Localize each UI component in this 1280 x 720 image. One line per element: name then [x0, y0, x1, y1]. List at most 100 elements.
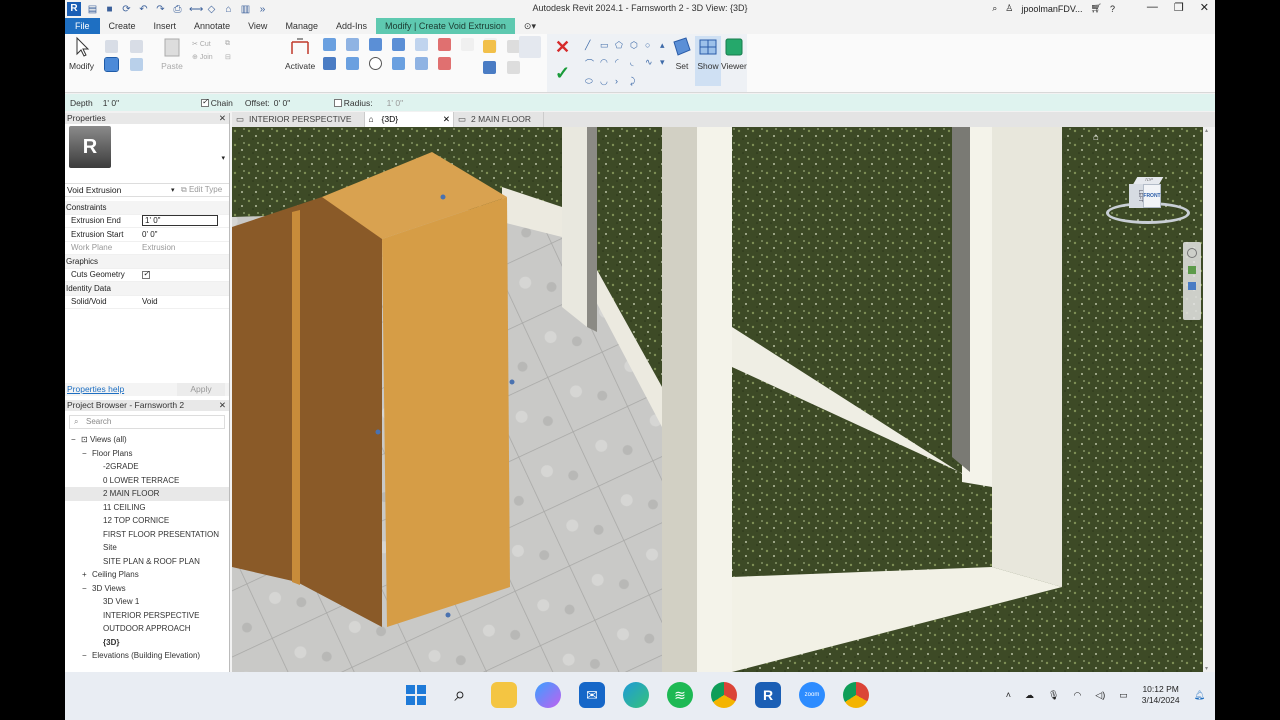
browser-tree-item[interactable]: {3D}: [65, 636, 229, 650]
search-icon[interactable]: ⌕: [992, 3, 997, 14]
fillet-icon[interactable]: ◟: [630, 57, 641, 70]
chain-checkbox[interactable]: Chain: [200, 97, 237, 108]
browser-tree-item[interactable]: INTERIOR PERSPECTIVE: [65, 609, 229, 623]
align-icon[interactable]: [323, 38, 336, 51]
print-icon[interactable]: ⎙: [172, 4, 183, 15]
dimension-dropdown-icon[interactable]: [507, 61, 520, 74]
type-selector[interactable]: R ▾: [65, 124, 229, 184]
offset-icon[interactable]: [346, 38, 359, 51]
undo-icon[interactable]: ↶: [138, 4, 149, 15]
close-icon[interactable]: ✕: [443, 112, 450, 127]
radius-checkbox[interactable]: Radius:: [333, 98, 377, 108]
type-dropdown-icon[interactable]: ▾: [221, 154, 225, 162]
user-icon[interactable]: ♙: [1005, 3, 1013, 14]
spotify-icon[interactable]: ≋: [667, 682, 693, 708]
property-extrusion-start[interactable]: Extrusion Start 0' 0": [65, 228, 229, 242]
paste-tool[interactable]: Paste: [161, 36, 183, 71]
revit-app-icon[interactable]: R: [67, 2, 81, 16]
tab-annotate[interactable]: Annotate: [185, 18, 239, 34]
rotate-icon[interactable]: [369, 57, 382, 70]
ribbon-display-toggle-icon[interactable]: ⊙▾: [515, 18, 545, 34]
arc-tangent-icon[interactable]: ◜: [615, 57, 626, 70]
arc-start-end-icon[interactable]: ⌒: [585, 57, 596, 70]
chevron-up-icon[interactable]: ˄: [1006, 690, 1011, 700]
expand-icon[interactable]: +: [82, 568, 92, 582]
browser-tree-item[interactable]: −3D Views: [65, 582, 229, 596]
viewcube-front-face[interactable]: FRONT: [1143, 184, 1161, 208]
split-icon[interactable]: [415, 38, 428, 51]
browser-tree-item[interactable]: -2GRADE: [65, 460, 229, 474]
tab-2-main-floor[interactable]: ▭ 2 MAIN FLOOR: [454, 112, 545, 127]
viewer-tool[interactable]: Viewer: [721, 36, 747, 71]
copy-element-icon[interactable]: [346, 57, 359, 70]
zoom-icon[interactable]: zoom: [799, 682, 825, 708]
more-icon[interactable]: ▴: [660, 40, 671, 51]
rectangle-icon[interactable]: ▭: [600, 40, 611, 51]
select-pinned-icon[interactable]: [104, 57, 119, 72]
mail-icon[interactable]: ✉: [579, 682, 605, 708]
notification-bell-icon[interactable]: 🔔︎: [1194, 690, 1205, 701]
trim-icon[interactable]: [392, 57, 405, 70]
volume-icon[interactable]: ◁): [1095, 690, 1105, 701]
browser-tree-item[interactable]: 0 LOWER TERRACE: [65, 474, 229, 488]
select-by-face-icon[interactable]: [130, 58, 143, 71]
tab-interior-perspective[interactable]: ▭ INTERIOR PERSPECTIVE: [232, 112, 365, 127]
browser-tree-item[interactable]: OUTDOOR APPROACH: [65, 622, 229, 636]
show-tool[interactable]: Show: [695, 36, 721, 86]
cancel-edit-icon[interactable]: ✕: [555, 37, 570, 58]
revit-icon[interactable]: R: [755, 682, 781, 708]
tab-file[interactable]: File: [65, 18, 100, 34]
array-icon[interactable]: [415, 57, 428, 70]
minimize-icon[interactable]: —: [1147, 1, 1158, 14]
home-icon[interactable]: ⌂: [223, 4, 234, 15]
copy-icon[interactable]: ⧉: [225, 40, 253, 48]
dimension-icon[interactable]: [483, 61, 496, 74]
set-tool[interactable]: Set: [671, 36, 693, 71]
extrusion-grip[interactable]: [440, 194, 446, 200]
collapse-icon[interactable]: −: [82, 649, 92, 663]
offset-input[interactable]: 0' 0": [274, 98, 328, 108]
viewcube-left-face[interactable]: LEFT: [1129, 184, 1143, 208]
windows-start-icon[interactable]: [403, 682, 429, 708]
modify-tool[interactable]: Modify: [69, 36, 94, 71]
filter-dropdown-icon[interactable]: ▾: [171, 186, 175, 194]
join-icon[interactable]: ⊕ Join: [192, 53, 220, 61]
extrusion-grip[interactable]: [509, 379, 515, 385]
radius-checkbox-box[interactable]: [333, 99, 342, 108]
ellipse-icon[interactable]: ⬭: [585, 76, 596, 87]
steering-wheel-icon[interactable]: [1187, 248, 1197, 258]
tab-3d[interactable]: ⌂ {3D} ✕: [364, 112, 455, 127]
scroll-icon[interactable]: ▾: [660, 57, 671, 70]
customize-qat-icon[interactable]: »: [257, 4, 268, 15]
cuts-geometry-checkbox[interactable]: [142, 269, 150, 280]
browser-tree-item[interactable]: + Ceiling Plans: [65, 568, 229, 582]
depth-input[interactable]: 1' 0": [103, 98, 157, 108]
tag-icon[interactable]: ◇: [206, 4, 217, 15]
extrusion-grip[interactable]: [375, 429, 381, 435]
tab-add-ins[interactable]: Add-Ins: [327, 18, 376, 34]
collapse-icon[interactable]: −: [82, 582, 92, 596]
extrusion-end-input[interactable]: 1' 0": [142, 215, 218, 227]
match-icon[interactable]: ⊟: [225, 53, 253, 61]
home-view-icon[interactable]: ⌂: [1093, 132, 1099, 143]
scroll-up-icon[interactable]: ▴: [1205, 127, 1208, 134]
restore-icon[interactable]: ❐: [1174, 1, 1184, 14]
file-explorer-icon[interactable]: [491, 682, 517, 708]
zoom-icon[interactable]: [1188, 282, 1196, 290]
mirror-axis-icon[interactable]: [369, 38, 382, 51]
close-icon[interactable]: ✕: [219, 400, 226, 411]
create-family-icon[interactable]: [519, 36, 541, 58]
spline-icon[interactable]: ∿: [645, 57, 656, 70]
extrusion-start-value[interactable]: 0' 0": [142, 230, 229, 239]
arc-center-icon[interactable]: ◠: [600, 57, 611, 70]
tab-view[interactable]: View: [239, 18, 276, 34]
select-links-icon[interactable]: [105, 40, 118, 53]
activate-tool[interactable]: Activate: [285, 36, 315, 71]
category-identity-data[interactable]: Identity Data: [65, 282, 229, 296]
browser-tree-item[interactable]: Site: [65, 541, 229, 555]
microphone-icon[interactable]: 🎙︎: [1048, 690, 1059, 701]
inscribed-polygon-icon[interactable]: ⬡: [630, 40, 641, 51]
tab-create[interactable]: Create: [100, 18, 145, 34]
save-icon[interactable]: ■: [104, 4, 115, 15]
extrusion-grip[interactable]: [445, 612, 451, 618]
